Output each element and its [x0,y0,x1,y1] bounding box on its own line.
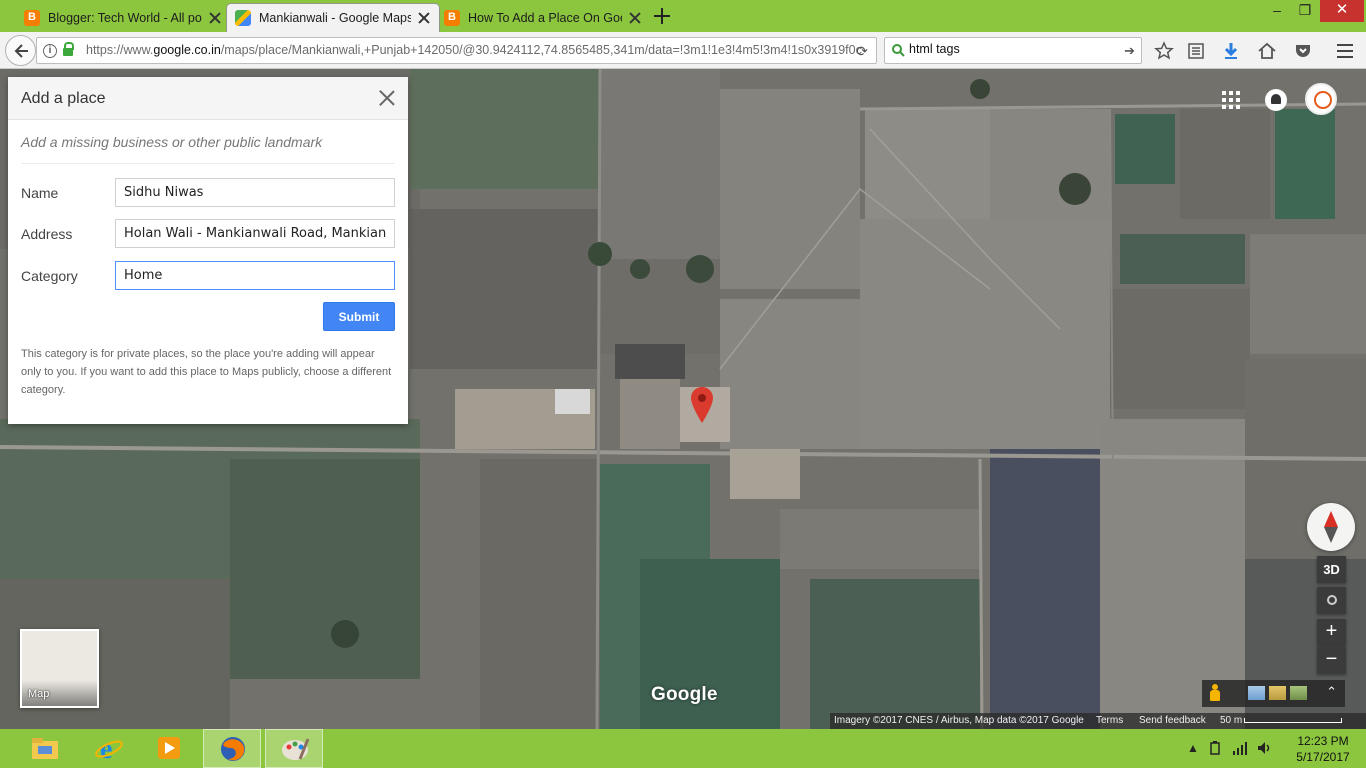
category-field[interactable] [115,261,395,290]
volume-icon[interactable] [1256,740,1272,756]
download-icon[interactable] [1221,41,1241,61]
panel-title: Add a place [21,90,106,107]
compass-control[interactable] [1307,503,1355,551]
blogger-icon [444,9,460,26]
paint-icon [282,738,310,760]
reading-list-icon[interactable] [1186,41,1206,61]
notifications-bell-icon[interactable] [1265,89,1287,111]
compass-south-icon [1324,527,1338,543]
expand-icon[interactable]: ⌃ [1326,684,1337,700]
send-feedback-link[interactable]: Send feedback [1139,713,1206,729]
address-field[interactable] [115,219,395,248]
firefox-button[interactable] [203,729,261,768]
tab-title: How To Add a Place On Google Maps [468,10,622,25]
tab-close-icon[interactable] [417,11,431,25]
media-player-icon [158,737,180,759]
my-location-icon [1326,595,1337,605]
close-window-button[interactable]: ✕ [1320,0,1364,22]
minimize-button[interactable]: – [1262,0,1292,22]
tab-blogger[interactable]: Blogger: Tech World - All posts [16,3,230,32]
file-explorer-button[interactable] [16,729,74,768]
new-tab-icon[interactable] [652,6,672,26]
name-field[interactable] [115,178,395,207]
scale-bar [1244,718,1342,723]
windows-taskbar: e ▲ 12:23 PM 5/17/2017 [0,729,1366,768]
imagery-thumbnail-icon[interactable] [1290,686,1307,700]
blogger-icon [24,9,40,26]
url-text[interactable]: https://www.google.co.in/maps/place/Mank… [86,43,862,57]
search-bar[interactable]: ➔ [884,37,1142,64]
clock-date: 5/17/2017 [1296,750,1350,764]
compass-north-icon [1324,511,1338,527]
google-maps-icon [235,10,251,26]
search-engine-icon[interactable] [891,43,905,57]
system-clock[interactable]: 12:23 PM 5/17/2017 [1290,733,1356,765]
network-signal-icon[interactable] [1232,740,1248,756]
browser-tab-strip: Blogger: Tech World - All posts Mankianw… [0,0,1366,32]
reload-icon[interactable]: ⟳ [856,43,868,60]
media-player-button[interactable] [140,729,198,768]
paint-button[interactable] [265,729,323,768]
category-label: Category [21,268,78,284]
lock-icon [63,42,74,57]
category-note: This category is for private places, so … [21,348,392,396]
tab-close-icon[interactable] [208,11,222,25]
url-bar[interactable]: i https://www.google.co.in/maps/place/Ma… [36,37,877,64]
zoom-in-button[interactable]: + [1317,619,1346,646]
search-input[interactable] [909,42,1109,56]
satellite-map[interactable]: Add a place Add a missing business or ot… [0,69,1366,729]
tab-google-maps[interactable]: Mankianwali - Google Maps [226,3,440,32]
back-arrow-icon [14,44,28,58]
firefox-icon [221,737,245,761]
account-avatar[interactable] [1305,83,1337,115]
menu-icon[interactable] [1335,41,1355,61]
address-label: Address [21,226,73,242]
back-button[interactable] [5,35,36,66]
divider [21,163,395,164]
imagery-thumbnail-icon[interactable] [1248,686,1265,700]
tab-title: Mankianwali - Google Maps [259,11,411,25]
bookmark-star-icon[interactable] [1154,41,1174,61]
pocket-icon[interactable] [1293,41,1313,61]
map-type-toggle[interactable]: Map [20,629,99,708]
info-icon[interactable]: i [43,44,57,58]
zoom-out-button[interactable]: − [1317,647,1346,674]
clock-time: 12:23 PM [1297,734,1349,748]
imagery-thumbnail-icon[interactable] [1269,686,1286,700]
map-type-label: Map [28,688,50,700]
tab-title: Blogger: Tech World - All posts [48,10,202,25]
3d-toggle-button[interactable]: 3D [1317,556,1346,583]
internet-explorer-icon: e [95,734,123,762]
google-logo: Google [651,684,718,705]
add-place-panel: Add a place Add a missing business or ot… [8,77,408,424]
name-label: Name [21,185,59,201]
scale-label[interactable]: 50 m [1220,713,1242,729]
google-apps-icon[interactable] [1222,91,1240,109]
pegman-icon[interactable] [1210,684,1220,702]
maximize-button[interactable]: ❐ [1290,0,1320,22]
browser-toolbar: i https://www.google.co.in/maps/place/Ma… [0,32,1366,69]
file-explorer-icon [32,738,58,759]
internet-explorer-button[interactable]: e [80,729,138,768]
submit-button[interactable]: Submit [323,302,395,331]
close-icon[interactable] [378,89,396,107]
panel-header: Add a place [8,77,408,120]
terms-link[interactable]: Terms [1096,713,1123,729]
imagery-strip: ⌃ [1202,680,1345,707]
panel-subtitle: Add a missing business or other public l… [21,134,323,150]
tab-close-icon[interactable] [628,11,642,25]
tab-how-to-add-place[interactable]: How To Add a Place On Google Maps [436,3,650,32]
my-location-button[interactable] [1317,587,1346,614]
imagery-credit: Imagery ©2017 CNES / Airbus, Map data ©2… [834,715,1084,726]
show-hidden-icons[interactable]: ▲ [1187,741,1199,755]
power-icon[interactable] [1208,740,1224,756]
location-marker-icon[interactable] [691,387,713,423]
go-arrow-icon[interactable]: ➔ [1124,43,1135,59]
home-icon[interactable] [1257,41,1277,61]
